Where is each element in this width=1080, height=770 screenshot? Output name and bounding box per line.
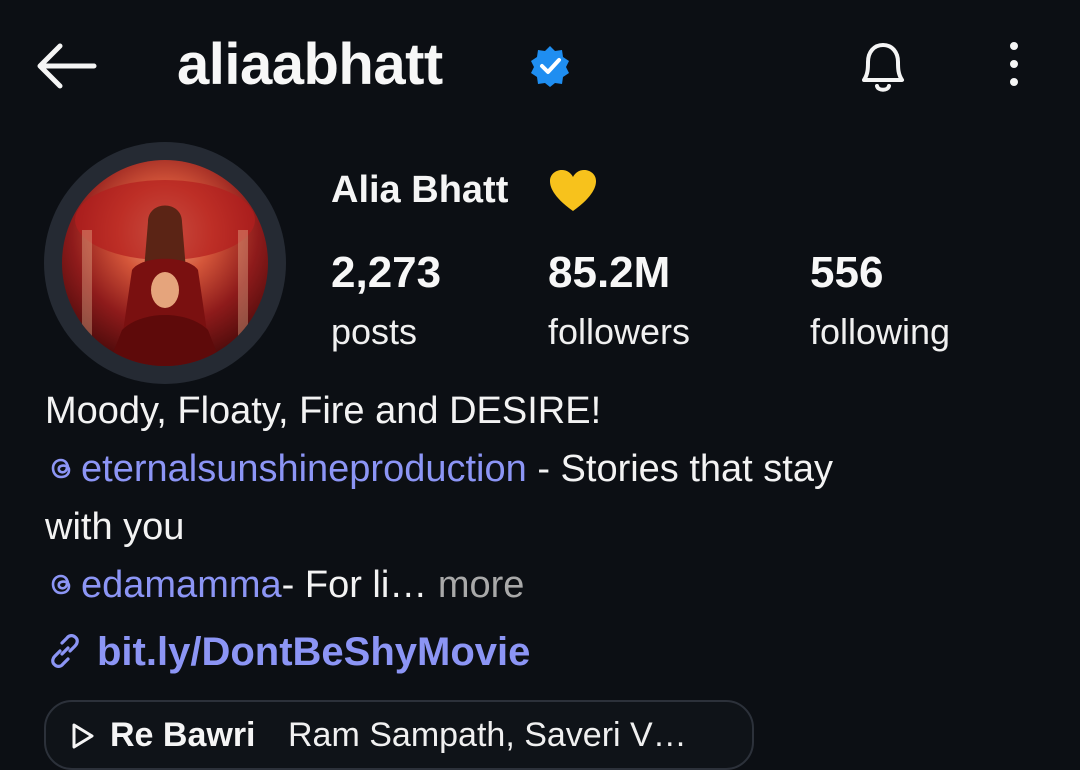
mention-link-eternalsunshineproduction[interactable]: eternalsunshineproduction <box>45 448 527 490</box>
play-icon[interactable] <box>70 722 96 750</box>
profile-avatar[interactable] <box>62 160 268 366</box>
song-artists[interactable]: Ram Sampath, Saveri V… <box>288 712 687 758</box>
mention-handle[interactable]: edamamma <box>81 564 282 606</box>
threads-icon <box>51 574 71 595</box>
username-title: aliaabhatt <box>177 32 443 97</box>
followers-label[interactable]: followers <box>548 310 690 354</box>
bio-text: Moody, Floaty, Fire and DESIRE! <box>45 390 602 432</box>
mention-description: - Stories that stay <box>526 448 833 490</box>
threads-icon <box>51 458 71 479</box>
link-text[interactable]: bit.ly/DontBeShyMovie <box>97 630 530 674</box>
bio-text-continued: with you <box>45 506 185 548</box>
mention-description: - For li… <box>281 564 428 606</box>
avatar-photo-illustration <box>75 180 255 366</box>
following-label[interactable]: following <box>810 310 950 354</box>
mention-link-edamamma[interactable]: edamamma <box>45 564 282 606</box>
bio-mention-line-2: edamamma- For li… more <box>45 561 524 609</box>
vertical-dots-icon[interactable] <box>994 38 1034 90</box>
link-icon <box>51 634 79 668</box>
bell-icon[interactable] <box>852 36 914 96</box>
external-link[interactable]: bit.ly/DontBeShyMovie <box>45 626 530 678</box>
verified-badge-icon <box>531 46 569 87</box>
following-count[interactable]: 556 <box>810 246 883 300</box>
bio-mention-line: eternalsunshineproduction - Stories that… <box>45 445 833 493</box>
more-link[interactable]: more <box>427 564 525 606</box>
back-arrow-icon[interactable] <box>30 38 102 94</box>
posts-label[interactable]: posts <box>331 310 417 354</box>
song-title[interactable]: Re Bawri <box>110 712 256 758</box>
display-name: Alia Bhatt <box>331 169 509 211</box>
followers-count[interactable]: 85.2M <box>548 246 670 300</box>
posts-count[interactable]: 2,273 <box>331 246 441 300</box>
mention-handle[interactable]: eternalsunshineproduction <box>81 448 527 490</box>
yellow-heart-icon <box>550 170 596 211</box>
